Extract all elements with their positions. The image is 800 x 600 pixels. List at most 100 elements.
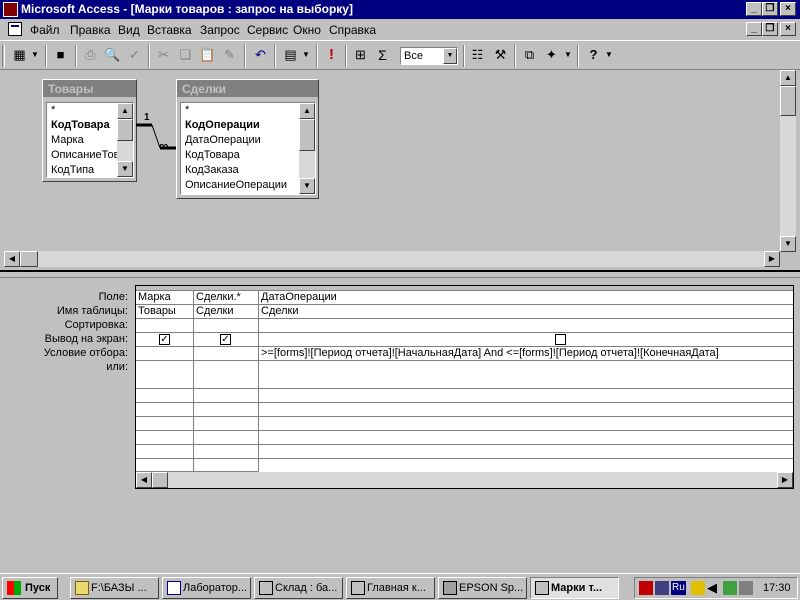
grid-sort-cell[interactable] [136, 319, 194, 333]
grid-table-cell[interactable]: Сделки [259, 305, 793, 319]
start-button[interactable]: Пуск [2, 577, 58, 599]
scroll-thumb[interactable] [117, 119, 133, 141]
menu-file[interactable]: Файл [30, 23, 60, 37]
grid-or-cell[interactable] [259, 361, 793, 472]
menu-query[interactable]: Запрос [200, 23, 240, 37]
grid-horizontal-scrollbar[interactable]: ◀ ▶ [136, 472, 793, 488]
query-type-dropdown-icon[interactable]: ▼ [300, 45, 312, 67]
spelling-icon[interactable]: ✓ [123, 45, 146, 67]
query-type-icon[interactable]: ▤ [279, 45, 302, 67]
grid-or-cell[interactable] [194, 361, 259, 472]
tray-monitor-icon[interactable] [739, 581, 753, 595]
undo-icon[interactable]: ↶ [249, 45, 272, 67]
scroll-down-icon[interactable]: ▼ [299, 178, 315, 194]
paste-icon[interactable]: 📋 [196, 45, 219, 67]
grid-field-cell[interactable]: Марка [136, 291, 194, 305]
minimize-button[interactable]: _ [746, 2, 762, 16]
show-checkbox[interactable]: ✓ [220, 334, 231, 345]
scroll-thumb[interactable] [20, 251, 38, 267]
task-button[interactable]: Склад : ба... [254, 577, 343, 599]
top-values-combo[interactable]: Все ▼ [400, 47, 458, 65]
restore-button[interactable]: ❐ [762, 2, 778, 16]
field-item[interactable]: ДатаОперации [181, 133, 315, 148]
task-button-active[interactable]: Марки т... [530, 577, 619, 599]
show-table-icon[interactable]: ⊞ [349, 45, 372, 67]
grid-criteria-cell[interactable]: >=[forms]![Период отчета]![НачальнаяДата… [259, 347, 793, 361]
scroll-thumb[interactable] [780, 86, 796, 116]
grid-criteria-cell[interactable] [194, 347, 259, 361]
pane-vertical-scrollbar[interactable]: ▲ ▼ [780, 70, 796, 252]
database-window-icon[interactable]: ⧉ [518, 45, 541, 67]
menu-tools[interactable]: Сервис [247, 23, 288, 37]
print-icon[interactable]: ⎙ [79, 45, 102, 67]
table-sdelki[interactable]: Сделки * КодОперации ДатаОперации КодТов… [176, 79, 319, 199]
tray-utility-icon[interactable] [723, 581, 737, 595]
run-icon[interactable]: ! [320, 45, 343, 67]
menu-insert[interactable]: Вставка [147, 23, 192, 37]
scroll-up-icon[interactable]: ▲ [117, 103, 133, 119]
doc-restore-button[interactable]: ❐ [762, 22, 778, 36]
view-dropdown-icon[interactable]: ▼ [29, 45, 41, 67]
show-checkbox[interactable] [555, 334, 566, 345]
scroll-thumb[interactable] [152, 472, 168, 488]
menu-edit[interactable]: Правка [70, 23, 111, 37]
grid-field-cell[interactable]: Сделки.* [194, 291, 259, 305]
scroll-down-icon[interactable]: ▼ [780, 236, 796, 252]
save-icon[interactable]: ■ [49, 45, 72, 67]
grid-table-cell[interactable]: Сделки [194, 305, 259, 319]
pane-horizontal-scrollbar[interactable]: ◀ ▶ [4, 251, 780, 267]
tray-network-icon[interactable] [655, 581, 669, 595]
tray-app-icon[interactable] [639, 581, 653, 595]
scroll-down-icon[interactable]: ▼ [117, 161, 133, 177]
field-item[interactable]: КодОперации [181, 118, 315, 133]
document-icon[interactable] [8, 22, 22, 36]
task-button[interactable]: F:\БАЗЫ ... [70, 577, 159, 599]
field-item[interactable]: КодТовара [181, 148, 315, 163]
table-tovary[interactable]: Товары * КодТовара Марка ОписаниеТов Код… [42, 79, 137, 182]
field-item[interactable]: КодЗаказа [181, 163, 315, 178]
vertical-scrollbar[interactable]: ▲ ▼ [117, 103, 133, 177]
top-values-dropdown-icon[interactable]: ▼ [443, 48, 457, 64]
show-checkbox[interactable]: ✓ [159, 334, 170, 345]
grid-criteria-cell[interactable] [136, 347, 194, 361]
scroll-thumb[interactable] [299, 119, 315, 151]
grid-sort-cell[interactable] [194, 319, 259, 333]
grid-field-cell[interactable]: ДатаОперации [259, 291, 793, 305]
new-object-icon[interactable]: ✦ [540, 45, 563, 67]
relationship-line[interactable] [136, 110, 180, 160]
grid-table-cell[interactable]: Товары [136, 305, 194, 319]
close-button[interactable]: × [780, 2, 796, 16]
doc-close-button[interactable]: × [780, 22, 796, 36]
help-icon[interactable]: ? [582, 45, 605, 67]
task-button[interactable]: EPSON Sp... [438, 577, 527, 599]
totals-icon[interactable]: Σ [371, 45, 394, 67]
menu-window[interactable]: Окно [293, 23, 321, 37]
task-button[interactable]: Лаборатор... [162, 577, 251, 599]
tray-pen-icon[interactable] [691, 581, 705, 595]
scroll-left-icon[interactable]: ◀ [136, 472, 152, 488]
field-item[interactable]: ОписаниеОперации [181, 178, 315, 193]
scroll-up-icon[interactable]: ▲ [299, 103, 315, 119]
scroll-right-icon[interactable]: ▶ [777, 472, 793, 488]
properties-icon[interactable]: ☷ [466, 45, 489, 67]
language-indicator[interactable]: Ru [671, 581, 686, 595]
new-object-dropdown-icon[interactable]: ▼ [562, 45, 574, 67]
menu-help[interactable]: Справка [329, 23, 376, 37]
task-button[interactable]: Главная к... [346, 577, 435, 599]
print-preview-icon[interactable]: 🔍 [101, 45, 124, 67]
toolbar-options-icon[interactable]: ▼ [603, 45, 615, 67]
grid-sort-cell[interactable] [259, 319, 793, 333]
volume-icon[interactable]: ◀ [707, 581, 717, 595]
doc-minimize-button[interactable]: _ [746, 22, 762, 36]
field-item[interactable]: * [181, 103, 315, 118]
pane-splitter[interactable] [0, 270, 800, 278]
grid-or-cell[interactable] [136, 361, 194, 472]
access-app-icon[interactable] [3, 2, 18, 17]
view-design-icon[interactable]: ▦ [8, 45, 31, 67]
build-icon[interactable]: ⚒ [489, 45, 512, 67]
scroll-up-icon[interactable]: ▲ [780, 70, 796, 86]
format-painter-icon[interactable]: ✎ [218, 45, 241, 67]
vertical-scrollbar[interactable]: ▲ ▼ [299, 103, 315, 194]
copy-icon[interactable]: ❏ [174, 45, 197, 67]
scroll-left-icon[interactable]: ◀ [4, 251, 20, 267]
